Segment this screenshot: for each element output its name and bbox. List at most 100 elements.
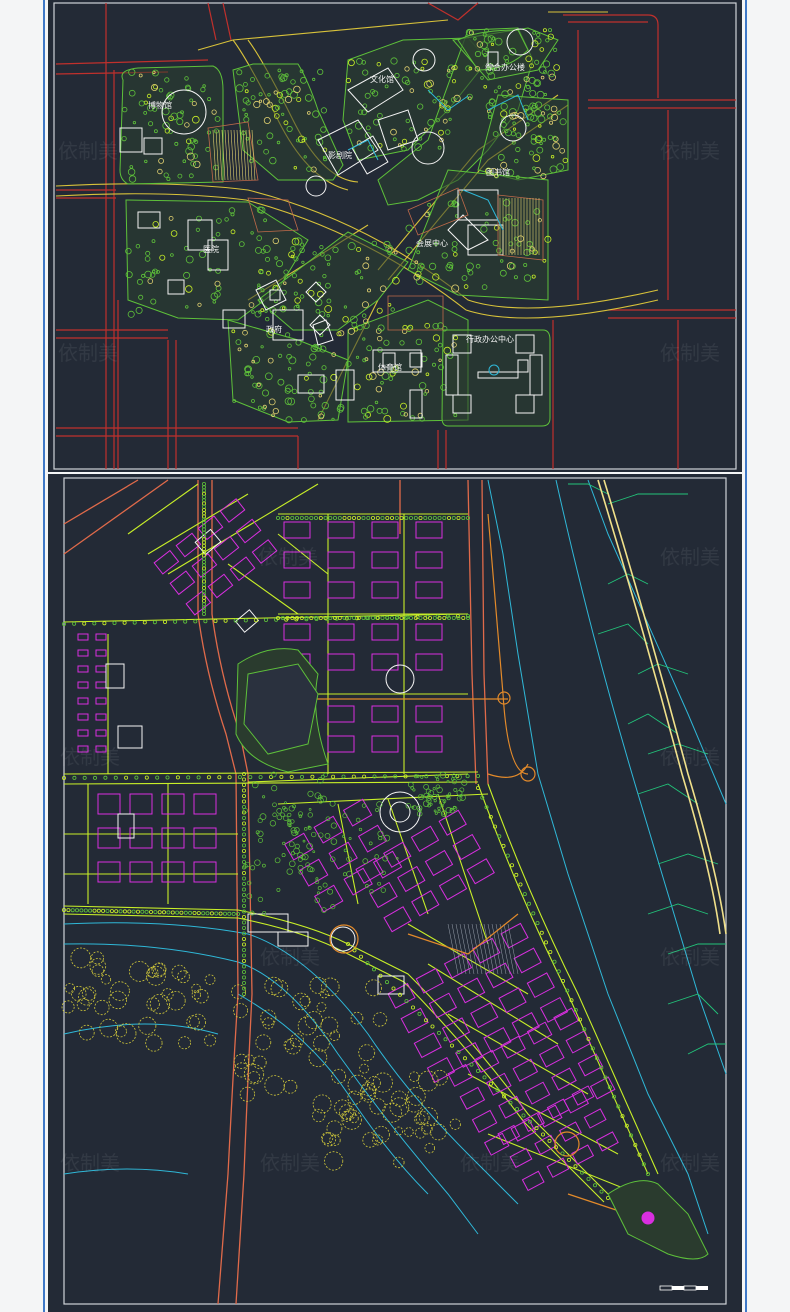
shrub-symbol bbox=[326, 1120, 343, 1137]
tree-symbol bbox=[149, 909, 154, 914]
building-footprint bbox=[283, 521, 311, 539]
tree-symbol bbox=[272, 812, 277, 818]
watermark-text: 依制美 bbox=[60, 1151, 120, 1175]
tree-symbol bbox=[352, 948, 357, 953]
tree-symbol bbox=[165, 775, 170, 780]
tree-symbol bbox=[531, 911, 536, 916]
building-footprint bbox=[546, 1157, 570, 1178]
tree-symbol bbox=[72, 775, 77, 780]
shrub-symbol bbox=[432, 1069, 448, 1086]
tree-symbol bbox=[461, 615, 466, 620]
tree-symbol bbox=[301, 260, 305, 264]
tree-symbol bbox=[417, 1011, 422, 1016]
building-footprint bbox=[313, 815, 343, 844]
tree-symbol bbox=[82, 621, 87, 626]
tree-symbol bbox=[456, 516, 461, 521]
island-park-tip bbox=[607, 1180, 709, 1260]
tree-symbol bbox=[201, 524, 206, 529]
tree-symbol bbox=[179, 910, 184, 915]
tree-symbol bbox=[241, 914, 246, 919]
tree-symbol bbox=[312, 77, 316, 82]
tree-symbol bbox=[241, 793, 246, 798]
tree-symbol bbox=[573, 1164, 578, 1169]
watermark-text: 依制美 bbox=[58, 139, 118, 163]
watermark-text: 依制美 bbox=[258, 545, 318, 569]
tree-symbol bbox=[355, 817, 361, 823]
tree-symbol bbox=[183, 619, 188, 624]
tree-symbol bbox=[432, 615, 437, 620]
tree-symbol bbox=[241, 777, 246, 782]
shrub-symbol bbox=[415, 1111, 430, 1125]
tree-symbol bbox=[274, 857, 281, 864]
shrub-symbol bbox=[234, 1062, 250, 1078]
shrub-symbol bbox=[248, 1071, 261, 1084]
tree-symbol bbox=[254, 310, 262, 318]
building-footprint bbox=[161, 827, 185, 849]
shrub-symbol bbox=[70, 947, 92, 969]
shrub-symbol bbox=[232, 1003, 248, 1019]
tree-symbol bbox=[390, 307, 395, 312]
tree-symbol bbox=[214, 911, 219, 916]
tree-symbol bbox=[201, 537, 206, 542]
tree-symbol bbox=[201, 589, 206, 594]
tree-symbol bbox=[217, 775, 222, 780]
watermark-text: 依制美 bbox=[260, 1151, 320, 1175]
tree-symbol bbox=[201, 540, 206, 545]
shrub-symbol bbox=[320, 1016, 339, 1035]
tree-symbol bbox=[124, 775, 129, 780]
shrub-symbol bbox=[255, 1034, 272, 1051]
building-footprint bbox=[77, 697, 89, 705]
bottom-tree-symbols bbox=[61, 481, 651, 1201]
shrub-symbol bbox=[204, 1034, 217, 1047]
tree-symbol bbox=[241, 815, 246, 820]
tree-symbol bbox=[422, 800, 430, 807]
tree-symbol bbox=[294, 516, 299, 521]
tree-symbol bbox=[163, 619, 168, 624]
building-footprint bbox=[546, 1098, 570, 1119]
tree-symbol bbox=[319, 245, 324, 250]
tree-symbol bbox=[241, 936, 246, 941]
watermark-text: 依制美 bbox=[660, 1151, 720, 1175]
tree-symbol bbox=[283, 815, 289, 821]
shrub-symbol bbox=[430, 1123, 447, 1141]
tree-symbol bbox=[142, 620, 147, 625]
tree-symbol bbox=[183, 910, 188, 915]
tree-symbol bbox=[548, 949, 553, 954]
tree-symbol bbox=[241, 969, 246, 974]
tree-symbol bbox=[275, 516, 280, 521]
tree-symbol bbox=[246, 893, 253, 900]
tree-symbol bbox=[241, 843, 246, 848]
tree-symbol bbox=[361, 803, 367, 808]
tree-symbol bbox=[241, 887, 246, 892]
tree-symbol bbox=[241, 788, 246, 793]
watermark-text: 依制美 bbox=[460, 1151, 520, 1175]
tree-symbol bbox=[405, 224, 413, 232]
building-footprint bbox=[551, 1067, 577, 1091]
tree-symbol bbox=[96, 908, 101, 913]
building-footprint bbox=[371, 735, 399, 753]
tree-symbol bbox=[102, 621, 107, 626]
tree-symbol bbox=[101, 908, 106, 913]
building-footprint bbox=[383, 841, 412, 868]
tree-symbol bbox=[311, 831, 317, 838]
tree-symbol bbox=[118, 909, 123, 914]
tree-symbol bbox=[72, 621, 77, 626]
building-footprint bbox=[371, 521, 399, 539]
building-footprint bbox=[498, 987, 527, 1014]
building-footprint bbox=[161, 793, 185, 815]
shrub-symbol bbox=[270, 979, 289, 998]
tree-symbol bbox=[241, 854, 246, 859]
tree-symbol bbox=[201, 491, 206, 496]
tree-symbol bbox=[213, 618, 218, 623]
hatch-line bbox=[459, 923, 471, 975]
tree-symbol bbox=[248, 775, 253, 780]
tree-symbol bbox=[322, 882, 328, 888]
tree-symbol bbox=[543, 940, 548, 945]
tree-symbol bbox=[358, 954, 363, 959]
tree-symbol bbox=[302, 839, 306, 843]
tree-symbol bbox=[250, 865, 256, 871]
tree-symbol bbox=[553, 64, 560, 71]
tree-symbol bbox=[122, 909, 127, 914]
tree-symbol bbox=[241, 859, 246, 864]
tree-symbol bbox=[192, 910, 197, 915]
